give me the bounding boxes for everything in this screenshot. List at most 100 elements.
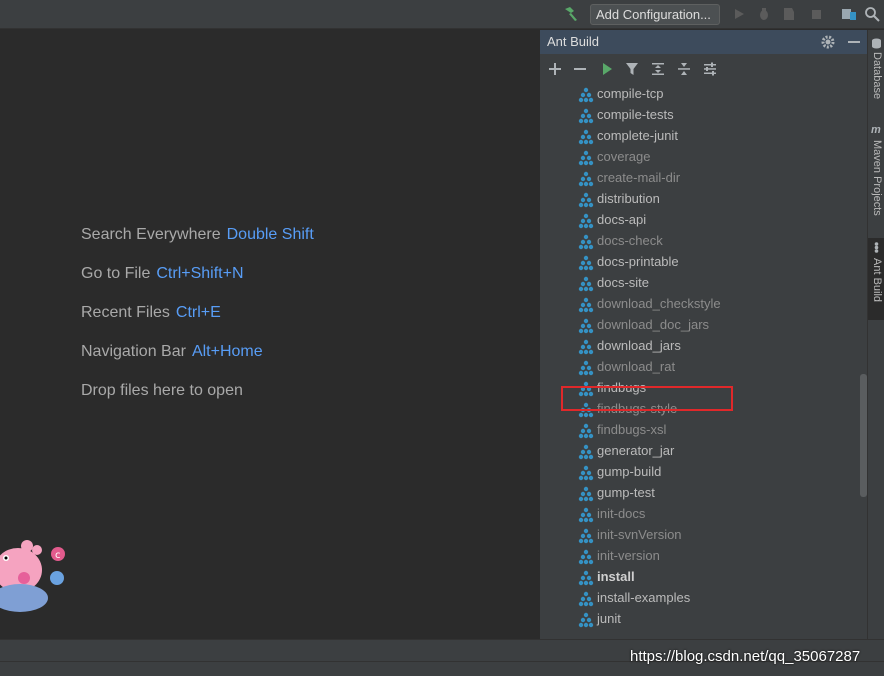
add-configuration-button[interactable]: Add Configuration... [590, 4, 720, 25]
watermark-url: https://blog.csdn.net/qq_35067287 [630, 648, 861, 665]
ant-target-label: docs-printable [597, 254, 679, 269]
ant-target-row[interactable]: coverage [540, 147, 860, 168]
add-icon[interactable] [547, 61, 563, 77]
hint-shortcut[interactable]: Ctrl+E [176, 304, 221, 321]
ant-target-icon [578, 486, 594, 502]
stop-icon[interactable] [808, 6, 824, 22]
ant-target-label: init-docs [597, 506, 646, 521]
ant-target-row[interactable]: distribution [540, 189, 860, 210]
ant-target-label: gump-build [597, 464, 662, 479]
ant-target-label: download_rat [597, 359, 676, 374]
ant-target-row[interactable]: download_jars [540, 336, 860, 357]
ant-target-icon [578, 108, 594, 124]
ant-target-label: init-svnVersion [597, 527, 682, 542]
hint-shortcut[interactable]: Double Shift [227, 226, 314, 243]
debug-icon[interactable] [756, 6, 772, 22]
ant-target-row[interactable]: gump-test [540, 483, 860, 504]
remove-icon[interactable] [572, 61, 588, 77]
ant-target-icon [578, 507, 594, 523]
ant-target-label: compile-tests [597, 107, 674, 122]
ant-target-label: docs-site [597, 275, 650, 290]
stripe-tab-database[interactable]: Database [868, 36, 884, 112]
minimize-icon[interactable] [846, 34, 862, 50]
stripe-tab-label: Maven Projects [871, 140, 883, 216]
main-toolbar: Add Configuration... [0, 0, 884, 29]
editor-empty-area[interactable]: Search Everywhere Double Shift Go to File… [0, 30, 539, 639]
run-icon[interactable] [731, 6, 747, 22]
hint-search-everywhere: Search Everywhere Double Shift [81, 226, 314, 244]
ant-target-row[interactable]: install [540, 567, 860, 588]
ant-target-row[interactable]: gump-build [540, 462, 860, 483]
vertical-scrollbar[interactable] [860, 374, 867, 497]
stripe-tab-maven-projects[interactable]: m Maven Projects [868, 122, 884, 228]
hint-shortcut[interactable]: Ctrl+Shift+N [156, 265, 243, 282]
ant-target-icon [578, 423, 594, 439]
ant-target-row[interactable]: download_doc_jars [540, 315, 860, 336]
ant-target-label: junit [597, 611, 621, 626]
build-hammer-icon[interactable] [562, 5, 580, 23]
ant-target-row[interactable]: compile-tcp [540, 84, 860, 105]
ant-panel-toolbar [540, 55, 868, 83]
hint-drop-files: Drop files here to open [81, 382, 243, 400]
properties-icon[interactable] [702, 61, 718, 77]
search-icon[interactable] [864, 6, 880, 22]
ant-target-label: download_jars [597, 338, 681, 353]
ant-target-label: install [597, 569, 635, 584]
hint-shortcut[interactable]: Alt+Home [192, 343, 263, 360]
collapse-all-icon[interactable] [676, 61, 692, 77]
project-structure-icon[interactable] [841, 6, 857, 22]
ant-target-row[interactable]: generator_jar [540, 441, 860, 462]
ant-target-icon [578, 549, 594, 565]
hint-go-to-file: Go to File Ctrl+Shift+N [81, 265, 244, 283]
ant-target-icon [578, 192, 594, 208]
ant-target-row[interactable]: docs-api [540, 210, 860, 231]
hint-label: Go to File [81, 265, 151, 282]
ant-target-icon [578, 318, 594, 334]
ant-target-label: download_checkstyle [597, 296, 721, 311]
ant-target-row[interactable]: download_rat [540, 357, 860, 378]
ant-target-label: compile-tcp [597, 86, 664, 101]
hint-label: Recent Files [81, 304, 170, 321]
hint-label: Drop files here to open [81, 382, 243, 399]
ant-target-tree: junit install-examples install init-version… [540, 84, 860, 639]
hint-label: Navigation Bar [81, 343, 186, 360]
ant-target-row[interactable]: findbugs-xsl [540, 420, 860, 441]
gear-icon[interactable] [820, 34, 836, 50]
ant-target-label: download_doc_jars [597, 317, 710, 332]
ant-target-icon [578, 171, 594, 187]
ant-target-row[interactable]: download_checkstyle [540, 294, 860, 315]
ant-target-icon [578, 234, 594, 250]
ant-target-row[interactable]: install-examples [540, 588, 860, 609]
coverage-icon[interactable] [781, 6, 797, 22]
stripe-tab-label: Ant Build [871, 258, 883, 303]
ant-target-row[interactable]: junit [540, 609, 860, 630]
ant-panel-title: Ant Build [547, 34, 600, 49]
run-target-icon[interactable] [599, 61, 615, 77]
highlight-annotation-box [561, 386, 733, 411]
ant-target-icon [578, 213, 594, 229]
ant-target-icon [578, 150, 594, 166]
ant-target-row[interactable]: create-mail-dir [540, 168, 860, 189]
ant-target-row[interactable]: compile-tests [540, 105, 860, 126]
ant-target-row[interactable]: complete-junit [540, 126, 860, 147]
ant-target-row[interactable]: init-svnVersion [540, 525, 860, 546]
database-icon [872, 38, 881, 49]
ant-target-row[interactable]: init-docs [540, 504, 860, 525]
ant-target-icon [578, 360, 594, 376]
ant-target-row[interactable]: init-version [540, 546, 860, 567]
filter-icon[interactable] [624, 61, 640, 77]
ant-target-icon [578, 87, 594, 103]
ant-target-icon [578, 465, 594, 481]
ant-target-row[interactable]: docs-printable [540, 252, 860, 273]
ant-target-icon [578, 129, 594, 145]
ant-target-icon [578, 570, 594, 586]
ant-target-icon [578, 255, 594, 271]
ant-icon [874, 242, 879, 253]
ant-target-row[interactable]: docs-site [540, 273, 860, 294]
stripe-tab-label: Database [871, 52, 883, 100]
stripe-tab-ant-build[interactable]: Ant Build [868, 238, 884, 320]
ant-target-label: complete-junit [597, 128, 678, 143]
ant-target-label: docs-api [597, 212, 647, 227]
ant-target-row[interactable]: docs-check [540, 231, 860, 252]
expand-all-icon[interactable] [650, 61, 666, 77]
